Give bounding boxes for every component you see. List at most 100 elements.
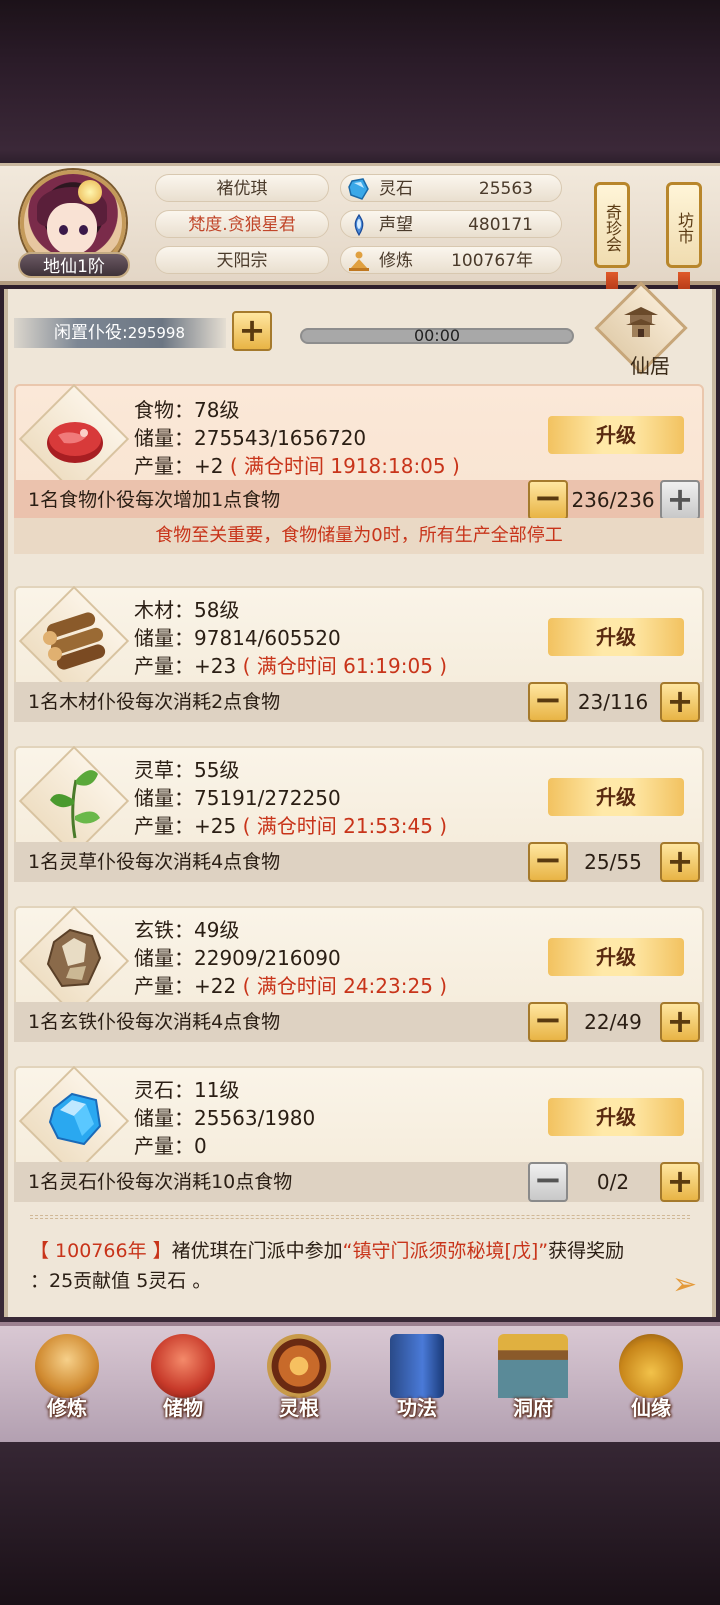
log-year: 【 100766年 】	[30, 1240, 172, 1262]
item-level: 食物：78级	[134, 398, 240, 422]
nav-label: 功法	[397, 1396, 437, 1420]
upgrade-iron-button[interactable]: 升级	[548, 938, 684, 976]
player-title: 梵度.贪狼星君	[155, 210, 329, 238]
resource-label: 修炼	[379, 251, 413, 271]
increase-spirit-stone-workers-button[interactable]: +	[660, 1162, 700, 1202]
item-output-value: 产量：+23	[134, 654, 237, 678]
item-storage: 储量：22909/216090	[134, 946, 341, 970]
rank-badge: 地仙1阶	[18, 252, 130, 278]
item-output: 产量：+25 ( 满仓时间 21:53:45 )	[134, 812, 447, 840]
upgrade-food-button[interactable]: 升级	[548, 416, 684, 454]
item-level: 木材：58级	[134, 598, 240, 622]
food-worker-count: 236/236	[571, 488, 655, 512]
market-button[interactable]: 坊市	[666, 182, 702, 268]
iron-worker-count: 22/49	[584, 1010, 642, 1034]
item-output: 产量：+22 ( 满仓时间 24:23:25 )	[134, 972, 447, 1000]
meditation-icon	[349, 251, 369, 271]
idle-timer: 00:00	[300, 328, 574, 344]
resource-cultivation: 修炼 100767年	[340, 246, 562, 274]
decrease-food-workers-button[interactable]: −	[528, 480, 568, 520]
nav-label: 修炼	[47, 1396, 87, 1420]
increase-herb-workers-button[interactable]: +	[660, 842, 700, 882]
log-event: “镇守门派须弥秘境[戊]”	[342, 1240, 549, 1262]
item-output-value: 产量：+22	[134, 974, 237, 998]
storage-bag-icon	[151, 1334, 215, 1398]
idle-workers-bar: 闲置仆役:295998	[14, 318, 226, 348]
resource-label: 灵石	[379, 179, 413, 199]
item-output-value: 产量：+25	[134, 814, 237, 838]
nav-storage[interactable]: 储物	[128, 1328, 238, 1438]
resource-value: 100767年	[451, 251, 533, 271]
spirit-root-icon	[267, 1334, 331, 1398]
increase-wood-workers-button[interactable]: +	[660, 682, 700, 722]
decrease-spirit-stone-workers-button[interactable]: −	[528, 1162, 568, 1202]
spirit-crystal-icon	[48, 1092, 102, 1146]
item-full-time: ( 满仓时间 21:53:45 )	[242, 814, 448, 838]
item-full-time: ( 满仓时间 24:23:25 )	[242, 974, 448, 998]
nav-spirit-root[interactable]: 灵根	[244, 1328, 354, 1438]
spirit-stone-icon	[348, 178, 369, 200]
ornamental-divider	[30, 1215, 690, 1219]
food-notice: 食物至关重要，食物储量为0时，所有生产全部停工	[14, 518, 704, 554]
item-level: 灵草：55级	[134, 758, 240, 782]
item-storage: 储量：275543/1656720	[134, 426, 367, 450]
log-text: 获得奖励	[548, 1240, 625, 1262]
item-output-value: 产量：0	[134, 1134, 207, 1158]
nav-skills[interactable]: 功法	[362, 1328, 472, 1438]
pagoda-icon	[624, 307, 658, 337]
add-idle-workers-button[interactable]: +	[232, 311, 272, 351]
decrease-iron-workers-button[interactable]: −	[528, 1002, 568, 1042]
resource-value: 25563	[478, 179, 533, 199]
log-text: 褚优琪在门派中参加	[171, 1240, 343, 1262]
nav-label: 洞府	[513, 1396, 553, 1420]
upgrade-herb-button[interactable]: 升级	[548, 778, 684, 816]
expand-log-arrow-icon[interactable]: ➢	[672, 1270, 702, 1300]
skill-book-icon	[390, 1334, 444, 1398]
increase-food-workers-button[interactable]: +	[660, 480, 700, 520]
decrease-wood-workers-button[interactable]: −	[528, 682, 568, 722]
item-full-time: ( 满仓时间 61:19:05 )	[242, 654, 448, 678]
item-output: 产量：+2 ( 满仓时间 1918:18:05 )	[134, 452, 460, 480]
nav-fate[interactable]: 仙缘	[596, 1328, 706, 1438]
hair-flower-icon	[78, 180, 102, 204]
item-output: 产量：0	[134, 1132, 207, 1160]
nav-label: 储物	[163, 1396, 203, 1420]
herb-icon	[50, 770, 100, 839]
idle-workers-label: 闲置仆役	[54, 323, 122, 343]
player-name: 褚优琪	[155, 174, 329, 202]
item-output: 产量：+23 ( 满仓时间 61:19:05 )	[134, 652, 447, 680]
herb-worker-count: 25/55	[584, 850, 642, 874]
nav-label: 仙缘	[631, 1396, 671, 1420]
log-reward: ：25贡献值 5灵石 。	[30, 1270, 212, 1292]
avatar-face	[47, 203, 97, 255]
item-storage: 储量：75191/272250	[134, 786, 341, 810]
wood-worker-count: 23/116	[577, 690, 649, 714]
resource-label: 声望	[379, 215, 413, 235]
nav-cave-abode[interactable]: 洞府	[478, 1328, 588, 1438]
item-level: 玄铁：49级	[134, 918, 240, 942]
item-storage: 储量：97814/605520	[134, 626, 341, 650]
decrease-herb-workers-button[interactable]: −	[528, 842, 568, 882]
spirit-stone-worker-count: 0/2	[596, 1170, 630, 1194]
reputation-icon	[354, 213, 364, 237]
player-sect: 天阳宗	[155, 246, 329, 274]
wood-logs-icon	[43, 612, 106, 670]
nav-label: 灵根	[279, 1396, 319, 1420]
resource-value: 480171	[468, 215, 533, 235]
item-storage: 储量：25563/1980	[134, 1106, 316, 1130]
fate-gourd-icon	[619, 1334, 683, 1398]
residence-label[interactable]: 仙居	[610, 350, 690, 379]
item-full-time: ( 满仓时间 1918:18:05 )	[229, 454, 460, 478]
resource-reputation: 声望 480171	[340, 210, 562, 238]
cave-abode-icon	[498, 1334, 568, 1398]
avatar-eye	[79, 225, 88, 235]
item-output-value: 产量：+2	[134, 454, 224, 478]
treasure-auction-button[interactable]: 奇珍会	[594, 182, 630, 268]
nav-cultivate[interactable]: 修炼	[12, 1328, 122, 1438]
iron-ore-icon	[46, 928, 102, 988]
resource-spirit-stone: 灵石 25563	[340, 174, 562, 202]
cultivate-icon	[35, 1334, 99, 1398]
increase-iron-workers-button[interactable]: +	[660, 1002, 700, 1042]
upgrade-spirit-stone-button[interactable]: 升级	[548, 1098, 684, 1136]
upgrade-wood-button[interactable]: 升级	[548, 618, 684, 656]
